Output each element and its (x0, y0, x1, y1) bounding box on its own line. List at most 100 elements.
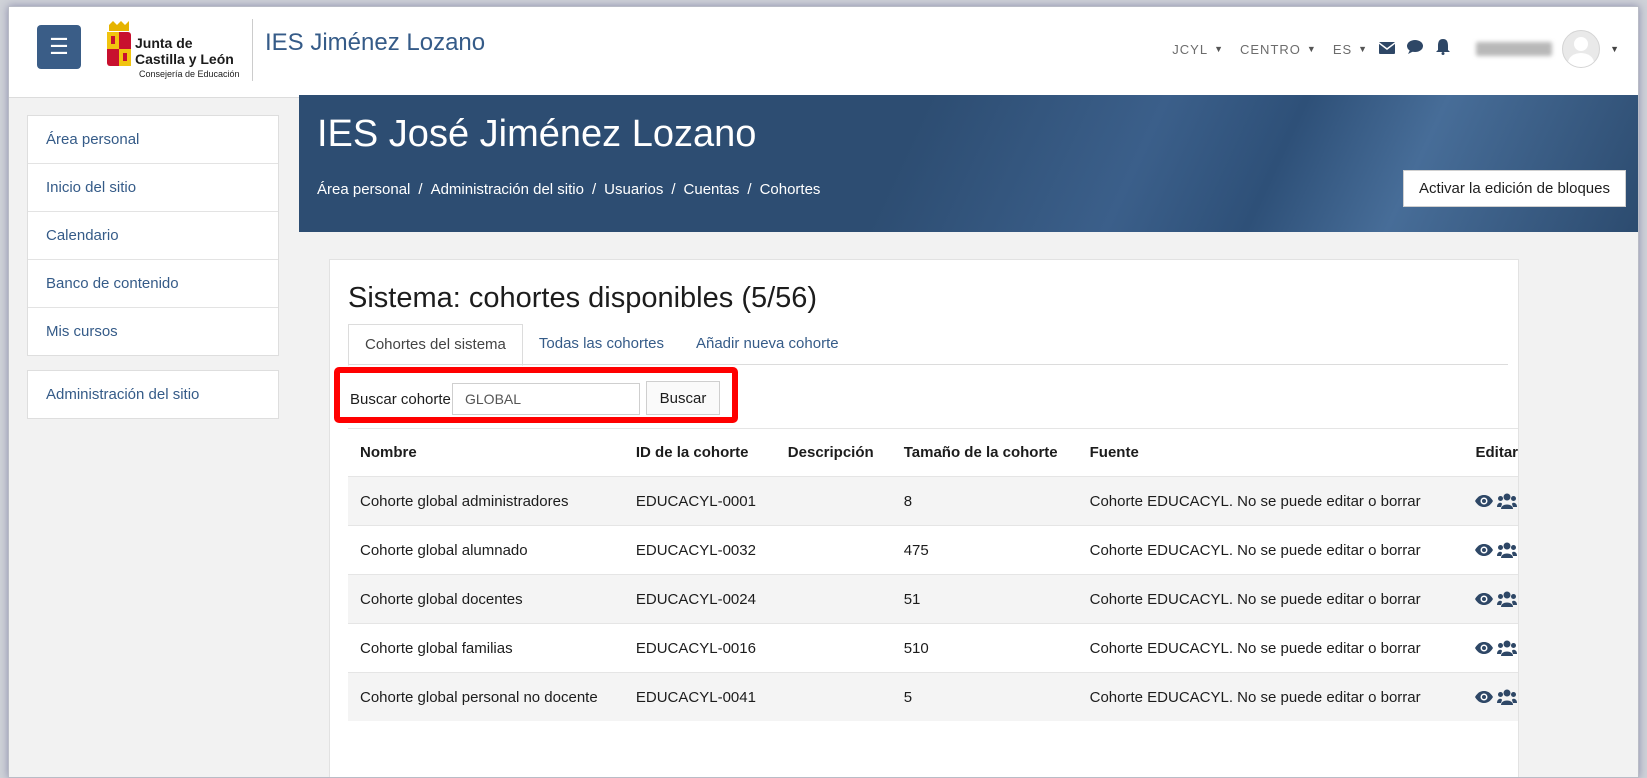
sidebar-admin: Administración del sitio (27, 370, 279, 419)
search-label: Buscar cohorte (350, 391, 451, 408)
cell-editar (1463, 623, 1518, 673)
cell-fuente: Cohorte EDUCACYL. No se puede editar o b… (1077, 672, 1464, 721)
logo-line-3: Consejería de Educación (139, 69, 240, 79)
cohort-tabs: Cohortes del sistema Todas las cohortes … (348, 324, 855, 366)
column-header-editar: Editar (1463, 428, 1518, 477)
caret-down-icon: ▼ (1214, 44, 1224, 54)
cell-fuente: Cohorte EDUCACYL. No se puede editar o b… (1077, 574, 1464, 624)
cell-tamano: 5 (891, 672, 1078, 721)
table-row: Cohorte global alumnado EDUCACYL-0032 47… (348, 525, 1518, 575)
sidebar-item-area-personal[interactable]: Área personal (28, 116, 278, 164)
caret-down-icon: ▼ (1306, 44, 1317, 54)
junta-logo[interactable]: Junta de Castilla y León Consejería de E… (105, 17, 245, 83)
cohorts-table: Nombre ID de la cohorte Descripción Tama… (348, 428, 1518, 721)
user-name-blurred[interactable] (1476, 42, 1553, 56)
logo-divider (252, 19, 253, 81)
cell-fuente: Cohorte EDUCACYL. No se puede editar o b… (1077, 525, 1464, 575)
cell-nombre: Cohorte global familias (348, 623, 624, 673)
menu-language[interactable]: ES ▼ (1333, 42, 1368, 57)
eye-icon[interactable] (1475, 691, 1494, 703)
users-icon[interactable] (1497, 591, 1518, 607)
cell-nombre: Cohorte global administradores (348, 476, 624, 526)
tab-anadir-cohorte[interactable]: Añadir nueva cohorte (680, 324, 855, 364)
page-title: IES José Jiménez Lozano (317, 113, 757, 155)
cell-tamano: 51 (891, 574, 1078, 624)
table-header-row: Nombre ID de la cohorte Descripción Tama… (348, 428, 1518, 477)
breadcrumb-separator: / (671, 181, 676, 198)
menu-jcyl-label: JCYL (1172, 41, 1209, 57)
eye-icon[interactable] (1475, 642, 1494, 654)
tabs-divider (348, 364, 1508, 365)
sidebar-item-calendario[interactable]: Calendario (28, 212, 278, 260)
site-name-link[interactable]: IES Jiménez Lozano (265, 29, 485, 57)
table-row: Cohorte global personal no docente EDUCA… (348, 672, 1518, 721)
hamburger-menu-button[interactable]: ☰ (37, 25, 81, 69)
users-icon[interactable] (1497, 542, 1518, 558)
eye-icon[interactable] (1475, 495, 1494, 507)
coat-of-arms-icon (107, 21, 131, 66)
cell-id: EDUCACYL-0016 (623, 623, 776, 673)
cell-id: EDUCACYL-0001 (623, 476, 776, 526)
section-heading: Sistema: cohortes disponibles (5/56) (348, 282, 818, 314)
tab-todas-cohortes[interactable]: Todas las cohortes (523, 324, 680, 364)
search-form-highlighted: Buscar cohorte Buscar (334, 367, 738, 423)
search-input[interactable] (452, 383, 640, 415)
column-header-fuente: Fuente (1077, 428, 1464, 477)
logo-line-1: Junta de (135, 35, 193, 51)
cell-descripcion (775, 623, 892, 673)
main-content-card: Sistema: cohortes disponibles (5/56) Coh… (329, 259, 1519, 777)
sidebar-item-administracion[interactable]: Administración del sitio (28, 371, 278, 418)
sidebar-item-banco-contenido[interactable]: Banco de contenido (28, 260, 278, 308)
users-icon[interactable] (1497, 689, 1518, 705)
user-avatar[interactable] (1562, 30, 1601, 68)
cell-tamano: 475 (891, 525, 1078, 575)
table-row: Cohorte global familias EDUCACYL-0016 51… (348, 623, 1518, 673)
tab-cohortes-sistema[interactable]: Cohortes del sistema (348, 324, 523, 366)
user-menu-caret-icon[interactable]: ▼ (1610, 44, 1620, 54)
search-button[interactable]: Buscar (646, 381, 720, 415)
eye-icon[interactable] (1475, 544, 1494, 556)
activate-block-editing-button[interactable]: Activar la edición de bloques (1403, 170, 1626, 207)
bell-icon[interactable] (1434, 39, 1452, 59)
logo-line-2: Castilla y León (135, 51, 234, 67)
browser-page: ☰ Junta de Castilla y León Consejería de… (8, 6, 1639, 778)
breadcrumb-item[interactable]: Área personal (317, 181, 410, 198)
cell-tamano: 8 (891, 476, 1078, 526)
cell-id: EDUCACYL-0041 (623, 672, 776, 721)
cell-editar (1463, 525, 1518, 575)
cell-descripcion (775, 525, 892, 575)
cell-nombre: Cohorte global alumnado (348, 525, 624, 575)
navbar-right-group: JCYL ▼ CENTRO ▼ ES ▼ ▼ (1172, 29, 1620, 69)
breadcrumb-item[interactable]: Usuarios (604, 181, 663, 198)
cell-id: EDUCACYL-0024 (623, 574, 776, 624)
cell-fuente: Cohorte EDUCACYL. No se puede editar o b… (1077, 476, 1464, 526)
menu-centro-label: CENTRO (1240, 41, 1301, 57)
sidebar-item-mis-cursos[interactable]: Mis cursos (28, 308, 278, 355)
cell-editar (1463, 574, 1518, 624)
cell-editar (1463, 672, 1518, 721)
cell-editar (1463, 476, 1518, 526)
column-header-tamano[interactable]: Tamaño de la cohorte (891, 428, 1078, 477)
cell-nombre: Cohorte global docentes (348, 574, 624, 624)
eye-icon[interactable] (1475, 593, 1494, 605)
column-header-id[interactable]: ID de la cohorte (623, 428, 776, 477)
menu-language-label: ES (1332, 41, 1353, 57)
cell-descripcion (775, 672, 892, 721)
sidebar-item-inicio[interactable]: Inicio del sitio (28, 164, 278, 212)
cell-nombre: Cohorte global personal no docente (348, 672, 624, 721)
breadcrumb-item[interactable]: Cuentas (684, 181, 740, 198)
menu-centro[interactable]: CENTRO ▼ (1240, 42, 1317, 57)
users-icon[interactable] (1497, 640, 1518, 656)
sidebar-nav: Área personal Inicio del sitio Calendari… (27, 115, 279, 356)
envelope-icon[interactable] (1378, 41, 1396, 58)
users-icon[interactable] (1497, 493, 1518, 509)
chat-icon[interactable] (1406, 40, 1424, 58)
breadcrumb-item[interactable]: Administración del sitio (431, 181, 584, 198)
column-header-nombre[interactable]: Nombre (348, 428, 624, 477)
menu-jcyl[interactable]: JCYL ▼ (1172, 42, 1224, 57)
cell-tamano: 510 (891, 623, 1078, 673)
cell-descripcion (775, 476, 892, 526)
cell-fuente: Cohorte EDUCACYL. No se puede editar o b… (1077, 623, 1464, 673)
caret-down-icon: ▼ (1358, 44, 1369, 54)
breadcrumb-item-current[interactable]: Cohortes (760, 181, 821, 198)
